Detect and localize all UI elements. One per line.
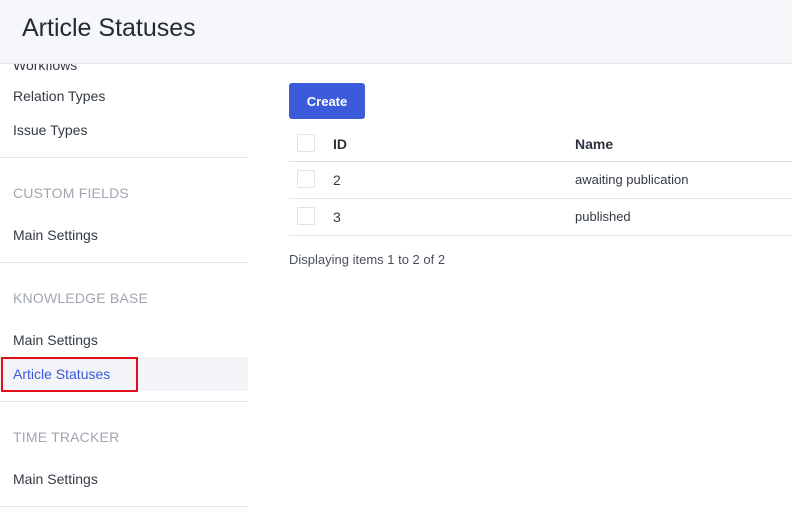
sidebar-divider [0,401,248,402]
sidebar-divider [0,157,248,158]
table-row[interactable]: 3 published [289,199,792,236]
table-header-row: ID Name [289,126,792,162]
cell-name: published [575,209,631,224]
sidebar: Workflows Relation Types Issue Types CUS… [0,64,248,507]
table-row[interactable]: 2 awaiting publication [289,162,792,199]
cell-id: 2 [333,172,341,188]
sidebar-item-knowledge-base-main-settings[interactable]: Main Settings [0,323,248,357]
sidebar-item-issue-types[interactable]: Issue Types [0,113,248,147]
column-header-id[interactable]: ID [333,136,347,152]
sidebar-item-custom-fields-main-settings[interactable]: Main Settings [0,218,248,252]
sidebar-item-time-tracker-main-settings[interactable]: Main Settings [0,462,248,496]
column-header-name[interactable]: Name [575,136,613,152]
page-title: Article Statuses [22,14,196,42]
cell-id: 3 [333,209,341,225]
selection-highlight-box [1,357,138,392]
row-checkbox[interactable] [297,170,315,188]
select-all-checkbox[interactable] [297,134,315,152]
section-title-knowledge-base: KNOWLEDGE BASE [13,290,149,306]
sidebar-item-relation-types[interactable]: Relation Types [0,79,248,113]
page-header: Article Statuses [0,0,792,64]
sidebar-divider [0,262,248,263]
row-checkbox[interactable] [297,207,315,225]
cell-name: awaiting publication [575,172,689,187]
section-title-custom-fields: CUSTOM FIELDS [13,185,129,201]
section-title-time-tracker: TIME TRACKER [13,429,120,445]
create-button[interactable]: Create [289,83,365,119]
pagination-summary: Displaying items 1 to 2 of 2 [289,252,446,267]
